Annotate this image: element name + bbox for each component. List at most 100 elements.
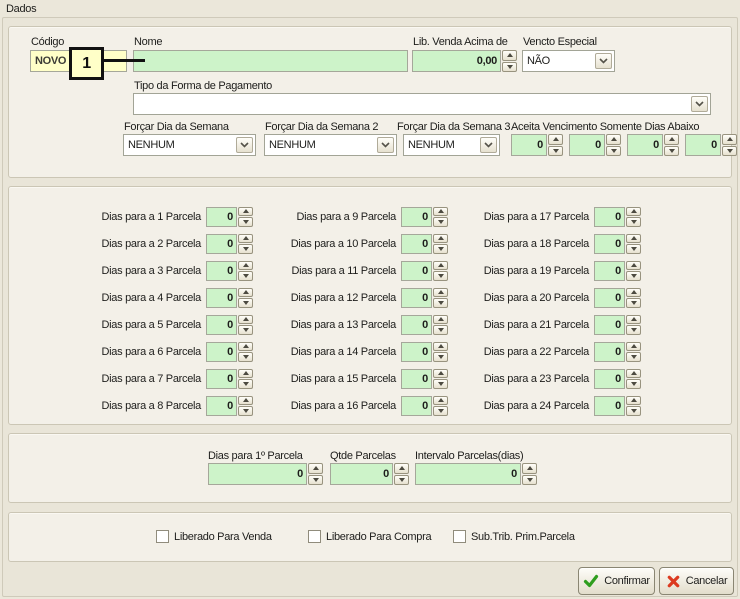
parcela-value[interactable]: 0 — [206, 396, 237, 416]
spin-up-button[interactable] — [522, 463, 537, 474]
spin-up-button[interactable] — [626, 369, 641, 379]
spin-down-button[interactable] — [433, 406, 448, 416]
dropdown-button[interactable] — [480, 137, 497, 153]
spin-up-button[interactable] — [548, 134, 563, 145]
checkbox-icon[interactable] — [308, 530, 321, 543]
spin-down-button[interactable] — [626, 325, 641, 335]
parcela-value[interactable]: 0 — [206, 261, 237, 281]
spin-up-button[interactable] — [433, 261, 448, 271]
spin-up-button[interactable] — [433, 288, 448, 298]
spin-up-button[interactable] — [238, 288, 253, 298]
spin-down-button[interactable] — [626, 244, 641, 254]
parcela-value[interactable]: 0 — [206, 369, 237, 389]
spin-down-button[interactable] — [548, 146, 563, 157]
parcela-value[interactable]: 0 — [594, 342, 625, 362]
parcela-value[interactable]: 0 — [594, 396, 625, 416]
parcela-value[interactable]: 0 — [401, 342, 432, 362]
spin-up-button[interactable] — [664, 134, 679, 145]
spin-down-button[interactable] — [433, 271, 448, 281]
spin-down-button[interactable] — [238, 406, 253, 416]
aceita-dia-value[interactable]: 0 — [685, 134, 721, 156]
spin-up-button[interactable] — [433, 342, 448, 352]
spin-down-button[interactable] — [433, 244, 448, 254]
spin-up-button[interactable] — [626, 396, 641, 406]
spin-up-button[interactable] — [238, 315, 253, 325]
dias-primeira-parcela-value[interactable]: 0 — [208, 463, 307, 485]
spin-down-button[interactable] — [433, 352, 448, 362]
parcela-value[interactable]: 0 — [594, 288, 625, 308]
intervalo-parcelas-value[interactable]: 0 — [415, 463, 521, 485]
forcar-dia-3-combo[interactable]: NENHUM — [403, 134, 500, 156]
parcela-value[interactable]: 0 — [206, 288, 237, 308]
spin-up-button[interactable] — [238, 207, 253, 217]
parcela-value[interactable]: 0 — [594, 234, 625, 254]
parcela-value[interactable]: 0 — [594, 261, 625, 281]
spin-down-button[interactable] — [433, 217, 448, 227]
spin-down-button[interactable] — [626, 271, 641, 281]
spin-up-button[interactable] — [433, 207, 448, 217]
checkbox-subtrib-parcela[interactable]: Sub.Trib. Prim.Parcela — [453, 530, 575, 543]
parcela-value[interactable]: 0 — [594, 369, 625, 389]
spin-down-button[interactable] — [238, 244, 253, 254]
spin-up-button[interactable] — [238, 396, 253, 406]
tab-dados[interactable]: Dados — [6, 3, 36, 15]
checkbox-liberado-venda[interactable]: Liberado Para Venda — [156, 530, 272, 543]
spin-up-button[interactable] — [238, 234, 253, 244]
checkbox-icon[interactable] — [453, 530, 466, 543]
dropdown-button[interactable] — [691, 96, 708, 112]
spin-down-button[interactable] — [238, 298, 253, 308]
aceita-dia-value[interactable]: 0 — [511, 134, 547, 156]
spin-down-button[interactable] — [238, 325, 253, 335]
spin-up-button[interactable] — [626, 342, 641, 352]
dropdown-button[interactable] — [377, 137, 394, 153]
spin-down-button[interactable] — [502, 62, 517, 73]
spin-up-button[interactable] — [238, 342, 253, 352]
spin-down-button[interactable] — [626, 217, 641, 227]
spin-down-button[interactable] — [722, 146, 737, 157]
spin-down-button[interactable] — [664, 146, 679, 157]
parcela-value[interactable]: 0 — [401, 261, 432, 281]
spin-down-button[interactable] — [626, 379, 641, 389]
spin-down-button[interactable] — [238, 217, 253, 227]
cancel-button[interactable]: Cancelar — [659, 567, 734, 595]
spin-up-button[interactable] — [433, 396, 448, 406]
dropdown-button[interactable] — [595, 53, 612, 69]
qtde-parcelas-value[interactable]: 0 — [330, 463, 393, 485]
spin-up-button[interactable] — [626, 207, 641, 217]
spin-up-button[interactable] — [238, 261, 253, 271]
spin-up-button[interactable] — [433, 234, 448, 244]
spin-down-button[interactable] — [626, 406, 641, 416]
spin-up-button[interactable] — [502, 50, 517, 61]
aceita-dia-value[interactable]: 0 — [569, 134, 605, 156]
checkbox-liberado-compra[interactable]: Liberado Para Compra — [308, 530, 431, 543]
forcar-dia-1-combo[interactable]: NENHUM — [123, 134, 256, 156]
spin-up-button[interactable] — [626, 261, 641, 271]
spin-down-button[interactable] — [433, 325, 448, 335]
parcela-value[interactable]: 0 — [401, 288, 432, 308]
spin-down-button[interactable] — [626, 298, 641, 308]
spin-down-button[interactable] — [522, 475, 537, 486]
spin-up-button[interactable] — [606, 134, 621, 145]
parcela-value[interactable]: 0 — [594, 207, 625, 227]
lib-venda-value[interactable]: 0,00 — [412, 50, 501, 72]
spin-down-button[interactable] — [606, 146, 621, 157]
spin-down-button[interactable] — [394, 475, 409, 486]
parcela-value[interactable]: 0 — [206, 342, 237, 362]
spin-up-button[interactable] — [433, 369, 448, 379]
spin-down-button[interactable] — [238, 352, 253, 362]
spin-up-button[interactable] — [238, 369, 253, 379]
spin-down-button[interactable] — [433, 379, 448, 389]
spin-down-button[interactable] — [433, 298, 448, 308]
parcela-value[interactable]: 0 — [401, 234, 432, 254]
spin-up-button[interactable] — [433, 315, 448, 325]
spin-up-button[interactable] — [722, 134, 737, 145]
parcela-value[interactable]: 0 — [401, 369, 432, 389]
spin-up-button[interactable] — [626, 315, 641, 325]
parcela-value[interactable]: 0 — [401, 315, 432, 335]
checkbox-icon[interactable] — [156, 530, 169, 543]
confirm-button[interactable]: Confirmar — [578, 567, 655, 595]
parcela-value[interactable]: 0 — [401, 396, 432, 416]
nome-field[interactable] — [133, 50, 408, 72]
spin-down-button[interactable] — [238, 379, 253, 389]
tipo-pagamento-combo[interactable] — [133, 93, 711, 115]
